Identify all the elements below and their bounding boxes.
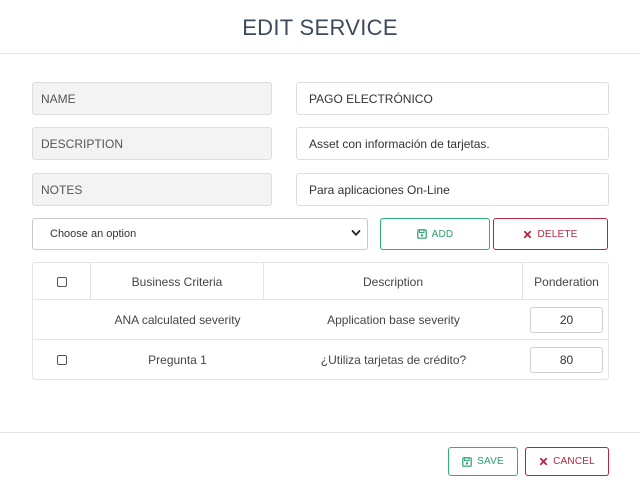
notes-field[interactable]: Para aplicaciones On-Line xyxy=(296,173,609,206)
edit-service-modal: EDIT SERVICE NAME PAGO ELECTRÓNICO DESCR… xyxy=(0,0,640,489)
add-button-label: ADD xyxy=(431,228,454,240)
ponderation-input[interactable]: 20 xyxy=(530,307,603,333)
row-criteria: Pregunta 1 xyxy=(148,353,207,367)
close-icon xyxy=(524,230,532,238)
table-row: Pregunta 1 ¿Utiliza tarjetas de crédito?… xyxy=(33,340,608,379)
field-row-name: NAME PAGO ELECTRÓNICO xyxy=(32,82,609,115)
chevron-down-icon xyxy=(351,230,361,236)
add-button[interactable]: ADD xyxy=(380,218,490,250)
select-all-checkbox[interactable] xyxy=(56,276,67,287)
cancel-button-label: CANCEL xyxy=(553,456,595,467)
row-ponderation-cell: 20 xyxy=(523,300,608,340)
row-description: ¿Utiliza tarjetas de crédito? xyxy=(320,353,467,367)
field-row-description: DESCRIPTION Asset con información de tar… xyxy=(32,127,609,160)
name-field[interactable]: PAGO ELECTRÓNICO xyxy=(296,82,609,115)
header-business-criteria: Business Criteria xyxy=(91,263,264,300)
delete-button-label: DELETE xyxy=(537,228,578,240)
criteria-select[interactable]: Choose an option xyxy=(32,218,368,250)
criteria-select-value: Choose an option xyxy=(50,228,137,240)
row-checkbox-cell xyxy=(33,340,91,379)
header-checkbox-cell xyxy=(33,263,91,300)
modal-header: EDIT SERVICE xyxy=(0,0,640,54)
header-ponderation: Ponderation xyxy=(534,274,599,289)
save-button-label: SAVE xyxy=(477,456,504,467)
notes-label: NOTES xyxy=(32,173,272,206)
name-label: NAME xyxy=(32,82,272,115)
row-checkbox[interactable] xyxy=(57,355,67,365)
close-icon xyxy=(540,457,548,466)
table-header: Business Criteria Description Ponderatio… xyxy=(33,263,608,300)
row-ponderation-cell: 80 xyxy=(523,340,608,379)
modal-title: EDIT SERVICE xyxy=(242,14,398,40)
ponderation-input[interactable]: 80 xyxy=(530,347,603,373)
criteria-table: Business Criteria Description Ponderatio… xyxy=(32,262,609,380)
save-icon xyxy=(416,229,427,239)
description-label: DESCRIPTION xyxy=(32,127,272,160)
header-description: Description xyxy=(264,263,523,300)
save-button[interactable]: SAVE xyxy=(448,447,518,476)
delete-button[interactable]: DELETE xyxy=(493,218,608,250)
row-criteria: ANA calculated severity xyxy=(114,313,241,327)
description-field[interactable]: Asset con información de tarjetas. xyxy=(296,127,609,160)
table-row: ANA calculated severity Application base… xyxy=(33,300,608,340)
save-icon xyxy=(462,456,472,467)
field-row-notes: NOTES Para aplicaciones On-Line xyxy=(32,173,609,206)
row-description: Application base severity xyxy=(327,313,460,327)
cancel-button[interactable]: CANCEL xyxy=(525,447,609,476)
